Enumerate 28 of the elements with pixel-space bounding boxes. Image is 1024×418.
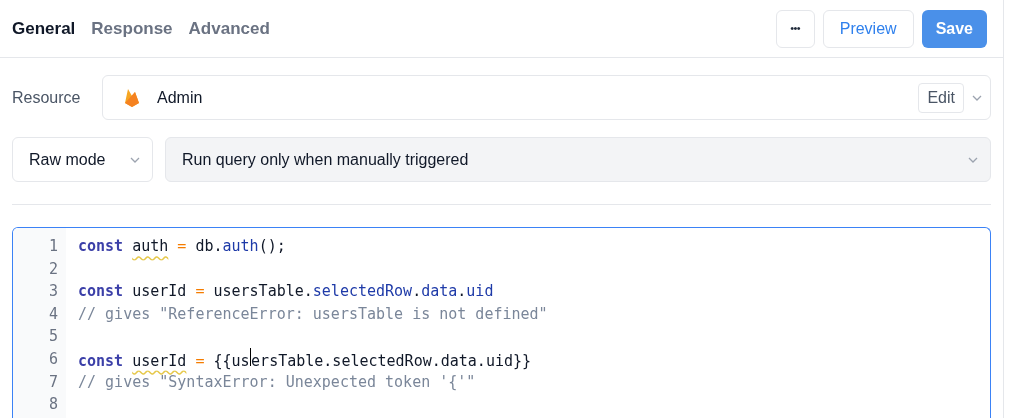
code-line: const auth = db.auth(); bbox=[78, 236, 286, 257]
chevron-down-icon bbox=[972, 94, 982, 101]
line-number: 4 bbox=[48, 303, 58, 325]
line-number: 5 bbox=[48, 326, 58, 348]
code-line: const userId = {{us ersTable.selectedRow.data.uid}} bbox=[78, 347, 532, 371]
line-number: 6 bbox=[48, 348, 58, 370]
chevron-down-icon bbox=[130, 156, 140, 163]
line-number: 8 bbox=[48, 394, 58, 416]
code-line: const userId = usersTable.selectedRow.data.uid bbox=[78, 281, 494, 303]
tab[interactable]: General bbox=[12, 15, 76, 42]
line-number: 7 bbox=[48, 371, 58, 393]
mode-select[interactable]: Raw mode bbox=[12, 137, 153, 182]
trigger-select[interactable]: Run query only when manually triggered bbox=[165, 137, 991, 182]
tab[interactable]: Advanced bbox=[188, 15, 270, 42]
tab[interactable]: Response bbox=[91, 15, 173, 42]
line-number: 1 bbox=[48, 236, 58, 257]
more-button[interactable]: ••• bbox=[775, 9, 815, 48]
edit-button[interactable]: Edit bbox=[918, 82, 964, 113]
code-comment: // gives "ReferenceError: usersTable is not defined" bbox=[78, 303, 548, 325]
line-number: 3 bbox=[48, 281, 58, 303]
code-comment: // gives "SyntaxError: Unexpected token '{'" bbox=[78, 371, 476, 393]
chevron-down-icon bbox=[968, 156, 978, 163]
field-label: Resource bbox=[12, 87, 82, 108]
resource-select[interactable]: Admin Edit bbox=[102, 75, 991, 120]
line-number: 2 bbox=[48, 258, 58, 280]
resource-value: Admin bbox=[157, 87, 204, 108]
code-editor[interactable] bbox=[12, 227, 991, 418]
preview-button[interactable]: Preview bbox=[822, 9, 914, 48]
